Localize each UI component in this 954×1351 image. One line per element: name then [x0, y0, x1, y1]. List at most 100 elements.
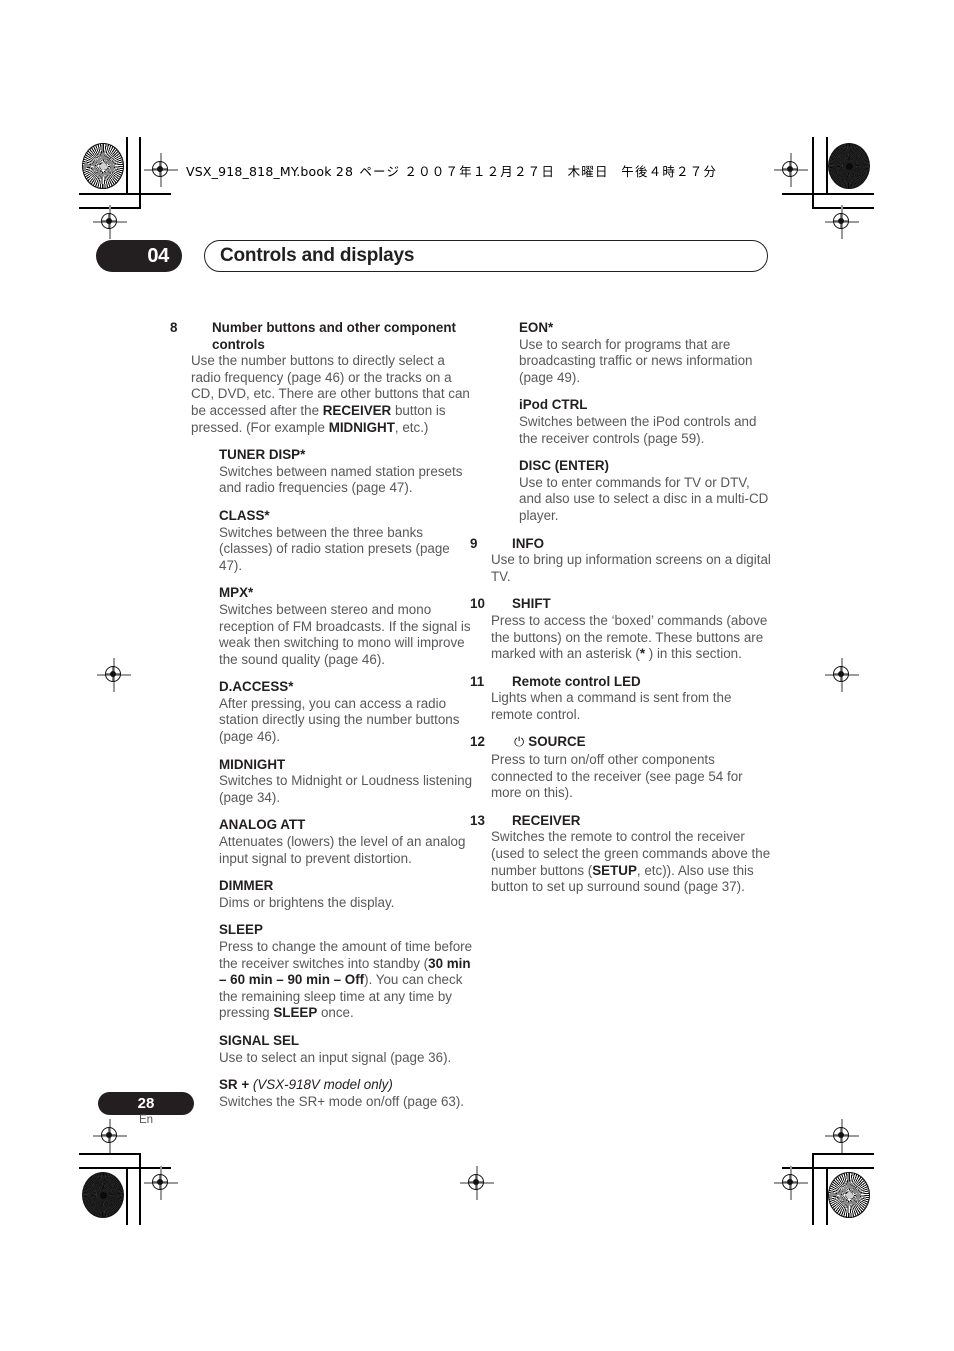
crop-mark-bottom-right-inner-horizontal: [812, 1153, 874, 1155]
print-header-filename: VSX_918_818_MY.book: [186, 164, 332, 179]
entry-heading-sleep: SLEEP: [219, 922, 473, 939]
registration-cross-top-right-outer: [825, 205, 859, 239]
entry-number-source: 12: [470, 734, 485, 750]
manual-entry-sleep: SLEEP Press to change the amount of time …: [191, 922, 473, 1022]
entry-heading-text: MIDNIGHT: [219, 756, 286, 772]
entry-heading-text: SLEEP: [219, 922, 263, 938]
manual-entry-info: 9 INFO Use to bring up information screens…: [470, 535, 773, 586]
entry-heading-note: (VSX-918V model only): [249, 1077, 393, 1093]
registration-cross-top-right-inner: [774, 153, 808, 187]
manual-entry-disc-enter: DISC (ENTER) Use to enter commands for TV…: [491, 458, 773, 524]
registration-cross-bottom-right-inner: [774, 1166, 808, 1200]
entry-heading-number-buttons: 8 Number buttons and other component cont…: [170, 320, 473, 353]
entry-body-receiver: Switches the remote to control the recei…: [491, 829, 771, 895]
entry-body-analog-att: Attenuates (lowers) the level of an anal…: [219, 834, 466, 866]
registration-starburst-top-left: [82, 143, 124, 189]
crop-mark-top-right-inner-vertical: [812, 137, 814, 209]
right-text-column: EON* Use to search for programs that are …: [470, 320, 773, 896]
registration-cross-left-middle: [97, 658, 131, 692]
registration-starburst-bottom-right: [828, 1172, 870, 1218]
entry-heading-class: CLASS*: [219, 508, 473, 525]
entry-heading-d-access: D.ACCESS*: [219, 679, 473, 696]
entry-heading-sr-plus: SR + (VSX-918V model only): [219, 1077, 473, 1094]
entry-heading-remote-control-led: 11 Remote control LED: [470, 673, 773, 691]
manual-entry-number-buttons: 8 Number buttons and other component cont…: [170, 320, 473, 436]
entry-heading-source: 12 ⏻ SOURCE: [470, 734, 773, 752]
crop-mark-bottom-left-inner-horizontal: [79, 1153, 141, 1155]
entry-heading-text: Remote control LED: [512, 673, 641, 689]
entry-heading-text: INFO: [512, 535, 544, 551]
entry-body-disc-enter: Use to enter commands for TV or DTV, and…: [519, 474, 769, 523]
entry-heading-dimmer: DIMMER: [219, 878, 473, 895]
entry-heading-text: DIMMER: [219, 878, 274, 894]
manual-entry-sr-plus: SR + (VSX-918V model only) Switches the S…: [191, 1077, 473, 1110]
entry-heading-text: RECEIVER: [512, 812, 581, 828]
entry-heading-disc-enter: DISC (ENTER): [519, 458, 773, 475]
entry-heading-text: SOURCE: [528, 734, 586, 750]
entry-body-remote-control-led: Lights when a command is sent from the r…: [491, 690, 732, 722]
entry-body-shift: Press to access the ‘boxed’ commands (ab…: [491, 612, 768, 662]
entry-heading-eon: EON*: [519, 320, 773, 337]
manual-entry-receiver: 13 RECEIVER Switches the remote to control…: [470, 812, 773, 896]
crop-mark-bottom-right-inner-vertical: [812, 1153, 814, 1225]
entry-body-dimmer: Dims or brightens the display.: [219, 894, 395, 910]
entry-body-info: Use to bring up information screens on a…: [491, 552, 771, 584]
entry-heading-text: Number buttons and other component contr…: [212, 320, 456, 352]
manual-entry-ipod-ctrl: iPod CTRL Switches between the iPod contr…: [491, 397, 773, 447]
left-text-column: 8 Number buttons and other component cont…: [170, 320, 473, 1110]
manual-entry-eon: EON* Use to search for programs that are …: [491, 320, 773, 386]
manual-entry-d-access: D.ACCESS* After pressing, you can access …: [191, 679, 473, 745]
entry-body-mpx: Switches between stereo and mono recepti…: [219, 601, 471, 667]
crop-mark-top-left-horizontal: [79, 193, 171, 195]
entry-heading-shift: 10 SHIFT: [470, 596, 773, 613]
entry-body-class: Switches between the three banks (classe…: [219, 524, 450, 573]
registration-cross-top-left-outer: [144, 153, 178, 187]
power-icon: ⏻: [514, 735, 525, 751]
entry-body-source: Press to turn on/off other components co…: [491, 752, 743, 801]
manual-entry-signal-sel: SIGNAL SEL Use to select an input signal …: [191, 1033, 473, 1066]
registration-starburst-bottom-left: [82, 1172, 124, 1218]
chapter-number-badge: 04: [96, 240, 182, 272]
entry-heading-midnight: MIDNIGHT: [219, 757, 473, 774]
print-header-line: VSX_918_818_MY.book 28 ページ ２００７年１２月２７日 木…: [186, 161, 717, 180]
crop-mark-top-left-inner-vertical: [139, 137, 141, 209]
page-title: Controls and displays: [220, 245, 415, 266]
entry-heading-text: CLASS*: [219, 507, 270, 523]
manual-entry-mpx: MPX* Switches between stereo and mono rec…: [191, 585, 473, 668]
entry-heading-receiver: 13 RECEIVER: [470, 812, 773, 830]
entry-body-tuner-disp: Switches between named station presets a…: [219, 463, 463, 496]
entry-number-remote-control-led: 11: [470, 673, 485, 689]
entry-heading-mpx: MPX*: [219, 585, 473, 602]
entry-heading-text: SHIFT: [512, 596, 551, 612]
crop-mark-bottom-left-inner-vertical: [139, 1153, 141, 1225]
entry-number-shift: 10: [470, 596, 485, 612]
crop-mark-bottom-right-vertical: [826, 1167, 828, 1225]
page-number-badge: 28: [98, 1092, 194, 1115]
registration-cross-top-left-inner: [93, 205, 127, 239]
chapter-header: 04 Controls and displays: [96, 240, 768, 272]
crop-mark-top-right-vertical: [826, 137, 828, 195]
manual-entry-tuner-disp: TUNER DISP* Switches between named statio…: [191, 447, 473, 497]
manual-entry-analog-att: ANALOG ATT Attenuates (lowers) the level …: [191, 817, 473, 867]
entry-number-info: 9: [470, 535, 478, 551]
crop-mark-bottom-left-vertical: [126, 1167, 128, 1225]
entry-body-signal-sel: Use to select an input signal (page 36).: [219, 1049, 452, 1065]
crop-mark-top-left-vertical: [126, 137, 128, 195]
entry-heading-signal-sel: SIGNAL SEL: [219, 1033, 473, 1050]
entry-heading-text: SIGNAL SEL: [219, 1032, 300, 1048]
entry-heading-tuner-disp: TUNER DISP*: [219, 447, 473, 464]
entry-heading-text: ANALOG ATT: [219, 817, 306, 833]
entry-number-number-buttons: 8: [170, 320, 178, 335]
manual-entry-dimmer: DIMMER Dims or brightens the display.: [191, 878, 473, 911]
print-header-date: ２００７年１２月２７日: [404, 164, 556, 179]
manual-entry-class: CLASS* Switches between the three banks (…: [191, 508, 473, 574]
entry-heading-ipod-ctrl: iPod CTRL: [519, 397, 773, 414]
entry-heading-text: MPX*: [219, 585, 254, 601]
entry-body-sr-plus: Switches the SR+ mode on/off (page 63).: [219, 1093, 465, 1109]
entry-body-number-buttons: Use the number buttons to directly selec…: [191, 353, 470, 435]
manual-entry-source: 12 ⏻ SOURCE Press to turn on/off other comp…: [470, 734, 773, 801]
entry-heading-info: 9 INFO: [470, 535, 773, 553]
entry-body-d-access: After pressing, you can access a radio s…: [219, 695, 460, 745]
entry-number-receiver: 13: [470, 812, 485, 828]
entry-body-midnight: Switches to Midnight or Loudness listeni…: [219, 773, 473, 805]
